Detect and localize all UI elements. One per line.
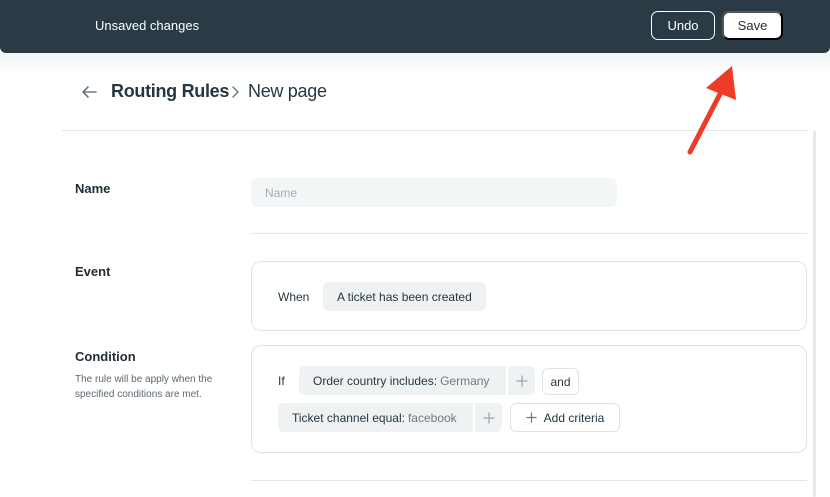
criteria-value: Germany [440,373,490,388]
red-arrow-annotation-icon [687,66,736,155]
undo-button[interactable]: Undo [651,11,715,40]
add-criteria-label: Add criteria [543,410,605,425]
unsaved-changes-bar: Unsaved changes Undo Save [0,0,830,53]
section-divider [251,233,807,234]
when-keyword: When [278,290,310,304]
plus-icon[interactable] [506,366,535,395]
criteria-pill[interactable]: Ticket channel equal: facebook [278,403,502,432]
if-keyword: If [278,374,285,388]
plus-icon[interactable] [473,403,502,432]
name-input[interactable] [251,178,617,207]
criteria-field: Order country includes: [313,373,438,388]
condition-card [251,345,807,453]
event-label: Event [75,264,111,279]
criteria-field: Ticket channel equal: [292,410,405,425]
save-button[interactable]: Save [722,11,783,40]
event-trigger-text: A ticket has been created [337,289,472,304]
breadcrumb-current: New page [248,81,327,101]
section-divider [251,480,807,481]
criteria-value: facebook [407,410,457,425]
criteria-pill[interactable]: Order country includes: Germany [299,366,535,395]
plus-icon [525,412,537,423]
back-arrow-icon[interactable] [80,83,98,101]
event-trigger-pill[interactable]: A ticket has been created [323,282,486,311]
unsaved-changes-message: Unsaved changes [95,18,200,33]
and-operator-chip[interactable]: and [542,368,579,395]
add-criteria-button[interactable]: Add criteria [510,403,620,432]
scrollbar[interactable] [813,131,816,497]
chevron-right-icon [232,86,239,98]
condition-label: Condition [75,349,136,364]
name-label: Name [75,181,111,196]
condition-helper-text: The rule will be apply when the specifie… [75,374,213,400]
breadcrumb-root[interactable]: Routing Rules [111,81,229,102]
